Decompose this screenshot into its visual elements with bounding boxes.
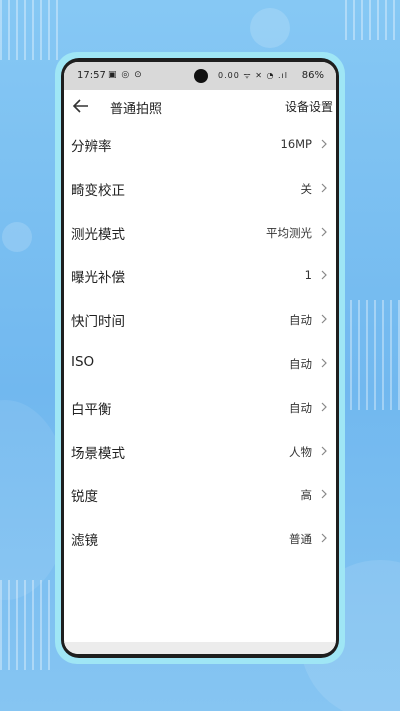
setting-label: 畸变校正: [71, 182, 125, 199]
setting-row-exposure-compensation[interactable]: 曝光补偿 1: [64, 253, 336, 297]
battery-indicator: 86%: [301, 70, 324, 81]
chevron-right-icon: [321, 139, 327, 149]
setting-row-white-balance[interactable]: 白平衡 自动: [64, 385, 336, 429]
chevron-right-icon: [321, 402, 327, 412]
setting-value: 普通: [289, 532, 312, 547]
navigation-bar: [64, 642, 336, 654]
setting-row-sharpness[interactable]: 锐度 高: [64, 472, 336, 516]
chevron-right-icon: [321, 358, 327, 368]
setting-value: 16MP: [280, 137, 313, 151]
decorative-stripes: [350, 300, 400, 410]
chevron-right-icon: [321, 227, 327, 237]
setting-row-iso[interactable]: ISO 自动: [64, 341, 336, 385]
setting-row-metering-mode[interactable]: 测光模式 平均测光: [64, 210, 336, 254]
setting-value: 自动: [289, 356, 312, 371]
signal-icons: 0.00 ᯤ ✕ ◔ .ıl: [218, 71, 288, 80]
device-settings-button[interactable]: 设备设置: [285, 98, 333, 115]
setting-label: 锐度: [71, 489, 98, 506]
front-camera-icon: [194, 69, 208, 83]
setting-label: 滤镜: [71, 533, 98, 550]
setting-value: 自动: [289, 400, 312, 415]
chevron-right-icon: [321, 314, 327, 324]
setting-label: 测光模式: [71, 226, 125, 243]
chevron-right-icon: [321, 183, 327, 193]
setting-value: 高: [300, 488, 313, 503]
status-bar: 17:57 ▣ ◎ ⊙ 0.00 ᯤ ✕ ◔ .ıl 86%: [64, 62, 336, 90]
setting-row-scene-mode[interactable]: 场景模式 人物: [64, 429, 336, 473]
decorative-stripes: [345, 0, 400, 40]
chevron-right-icon: [321, 533, 327, 543]
notification-icons: ▣ ◎ ⊙: [108, 70, 143, 80]
decorative-stripes: [0, 0, 60, 60]
setting-row-distortion-correction[interactable]: 畸变校正 关: [64, 166, 336, 210]
decorative-circle: [2, 222, 32, 252]
setting-row-shutter-time[interactable]: 快门时间 自动: [64, 297, 336, 341]
setting-label: 场景模式: [71, 445, 125, 462]
app-header: 普通拍照 设备设置: [64, 90, 336, 122]
setting-value: 1: [304, 268, 312, 283]
setting-label: ISO: [71, 353, 95, 370]
setting-value: 平均测光: [266, 225, 312, 240]
setting-label: 曝光补偿: [71, 270, 125, 287]
chevron-right-icon: [321, 270, 327, 280]
setting-row-filter[interactable]: 滤镜 普通: [64, 516, 336, 560]
phone-screen: 17:57 ▣ ◎ ⊙ 0.00 ᯤ ✕ ◔ .ıl 86% 普通拍照 设备设置…: [64, 62, 336, 654]
setting-row-resolution[interactable]: 分辨率 16MP: [64, 122, 336, 166]
setting-value: 人物: [289, 444, 312, 459]
chevron-right-icon: [321, 446, 327, 456]
page-title: 普通拍照: [110, 102, 163, 117]
setting-label: 白平衡: [71, 401, 112, 418]
setting-value: 自动: [289, 313, 312, 328]
decorative-stripes: [0, 580, 50, 670]
setting-label: 快门时间: [71, 314, 125, 331]
setting-value: 关: [300, 181, 313, 196]
back-button[interactable]: [70, 96, 92, 116]
decorative-circle: [250, 8, 290, 48]
status-time: 17:57: [77, 70, 106, 81]
setting-label: 分辨率: [71, 139, 112, 155]
chevron-right-icon: [321, 489, 327, 499]
arrow-left-icon: [72, 99, 88, 113]
settings-list: 分辨率 16MP 畸变校正 关 测光模式 平均测光 曝光补偿 1 快门时间 自动…: [64, 122, 336, 560]
